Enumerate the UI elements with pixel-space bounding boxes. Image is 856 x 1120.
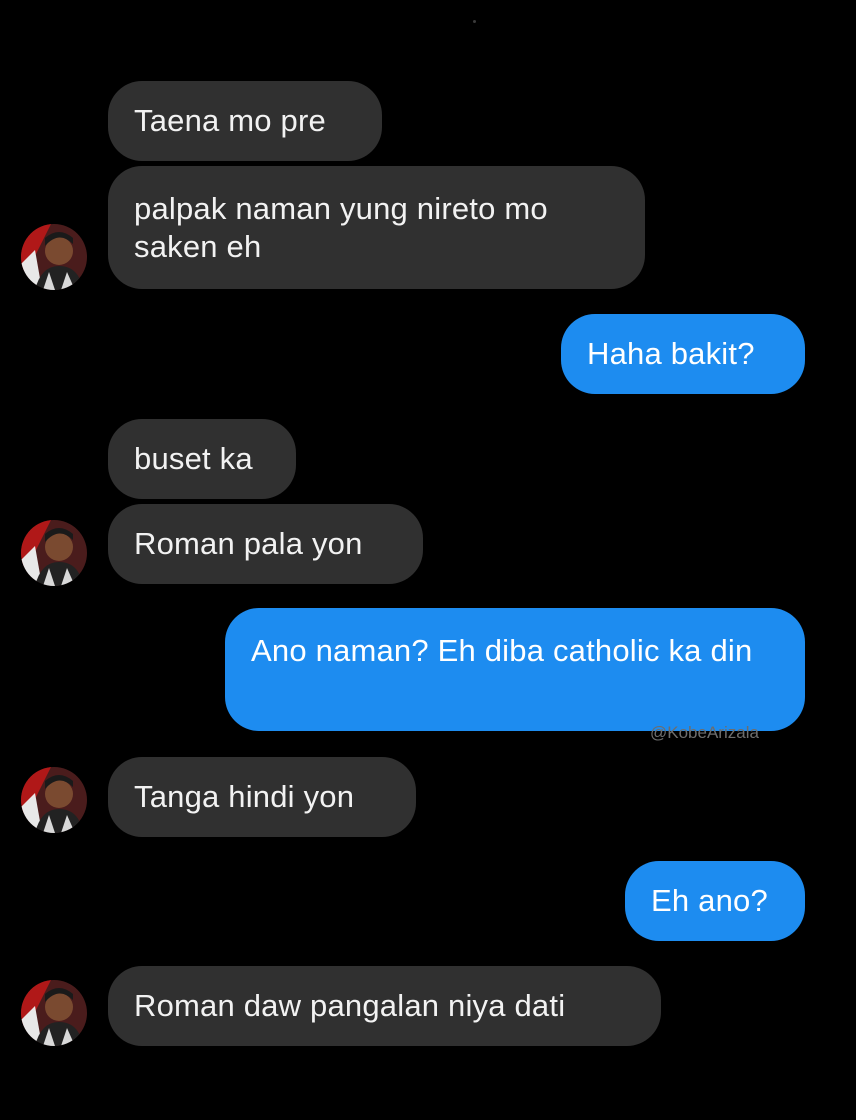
chat-thread: Taena mo pre palpak naman yung nireto mo… xyxy=(0,0,856,1120)
message-bubble-incoming[interactable]: palpak naman yung nireto mo saken eh xyxy=(108,166,645,289)
message-bubble-outgoing[interactable]: Haha bakit? xyxy=(561,314,805,394)
contact-avatar-photo-icon xyxy=(21,520,87,586)
message-bubble-outgoing[interactable]: Ano naman? Eh diba catholic ka din xyxy=(225,608,805,731)
message-bubble-incoming[interactable]: Roman pala yon xyxy=(108,504,423,584)
contact-avatar[interactable] xyxy=(21,980,87,1046)
contact-avatar[interactable] xyxy=(21,520,87,586)
status-dot xyxy=(473,20,476,23)
message-bubble-incoming[interactable]: Taena mo pre xyxy=(108,81,382,161)
contact-avatar-photo-icon xyxy=(21,980,87,1046)
contact-avatar[interactable] xyxy=(21,767,87,833)
message-bubble-incoming[interactable]: Roman daw pangalan niya dati xyxy=(108,966,661,1046)
message-bubble-outgoing[interactable]: Eh ano? xyxy=(625,861,805,941)
contact-avatar[interactable] xyxy=(21,224,87,290)
watermark: @KobeArizala xyxy=(650,723,759,742)
contact-avatar-photo-icon xyxy=(21,767,87,833)
contact-avatar-photo-icon xyxy=(21,224,87,290)
message-bubble-incoming[interactable]: Tanga hindi yon xyxy=(108,757,416,837)
message-bubble-incoming[interactable]: buset ka xyxy=(108,419,296,499)
